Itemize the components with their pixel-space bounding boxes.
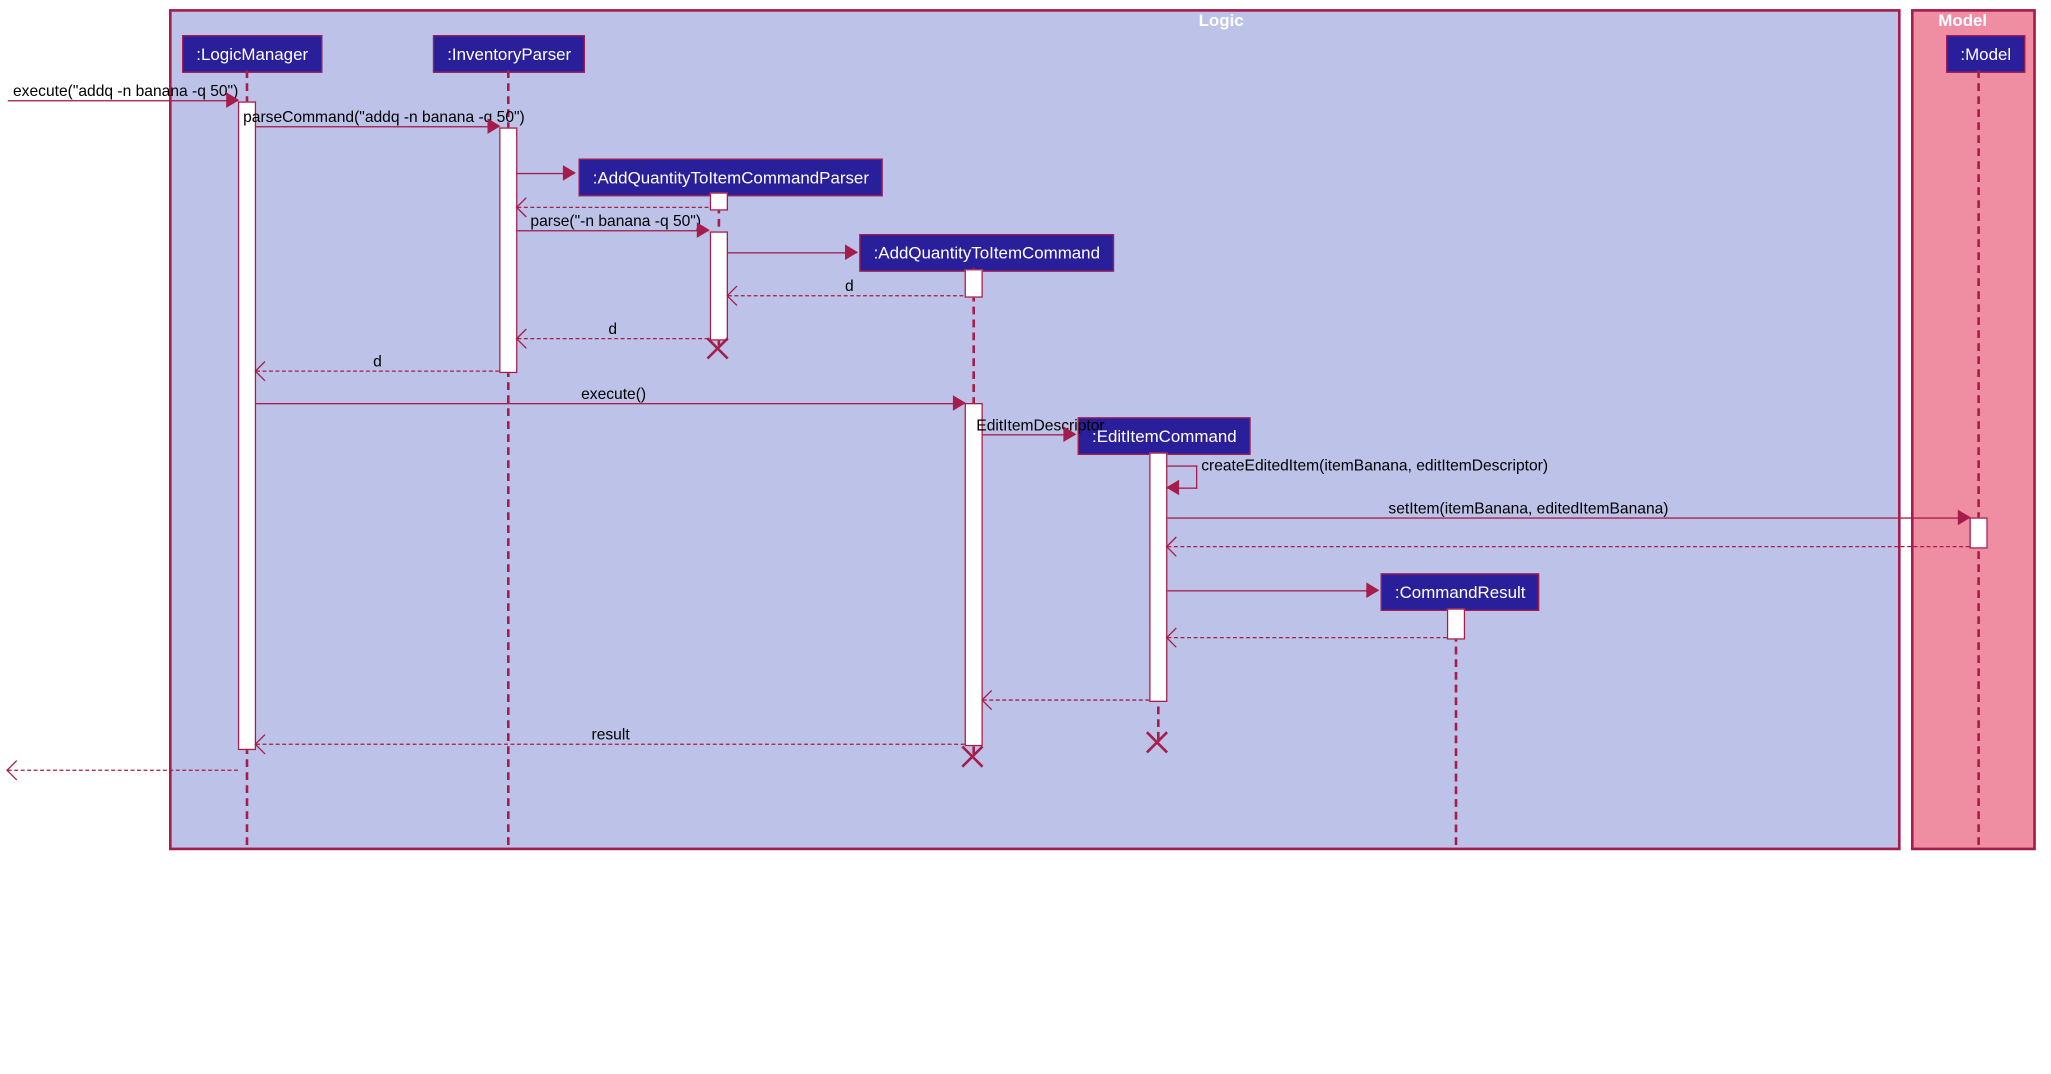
- msg-execute: execute(): [256, 387, 965, 405]
- msg-setitem: setItem(itemBanana, editedItemBanana): [1167, 502, 1969, 520]
- lifeline-result: [1455, 608, 1458, 845]
- destroy-edit-icon: [1145, 731, 1168, 754]
- msg-create-result: [1167, 575, 1378, 593]
- sequence-diagram: Logic Model :LogicManager :InventoryPars…: [0, 0, 2051, 1074]
- frame-label-model: Model: [1938, 10, 1987, 30]
- participant-logic-manager: :LogicManager: [182, 35, 322, 73]
- frame-model: Model: [1911, 9, 2036, 850]
- activation-parser-1: [710, 192, 728, 210]
- msg-createediteditem: [1167, 465, 1197, 488]
- msg-edit-return: [983, 684, 1149, 702]
- msg-create-cmd: [728, 237, 857, 255]
- activation-result: [1447, 608, 1465, 639]
- msg-parser-return-1: [517, 191, 708, 209]
- activation-edit: [1149, 452, 1167, 702]
- msg-editdescriptor: EditItemDescriptor: [983, 419, 1075, 437]
- msg-d-3: d: [256, 355, 499, 373]
- destroy-cmd-icon: [961, 745, 984, 768]
- msg-result-return: [1167, 621, 1447, 639]
- activation-logic-manager: [238, 101, 256, 750]
- msg-external-return: [8, 754, 238, 772]
- msg-result: result: [256, 728, 965, 746]
- lbl-createediteditem: createEditedItem(itemBanana, editItemDes…: [1201, 456, 1548, 474]
- activation-inventory-parser: [499, 127, 517, 373]
- activation-model: [1969, 517, 1987, 548]
- participant-inventory-parser: :InventoryParser: [433, 35, 586, 73]
- msg-parsecommand: parseCommand("addq -n banana -q 50"): [256, 110, 499, 128]
- activation-cmd-1: [965, 269, 983, 298]
- msg-execute-in: execute("addq -n banana -q 50"): [8, 85, 238, 103]
- activation-cmd-2: [965, 403, 983, 746]
- msg-model-return: [1167, 530, 1969, 548]
- participant-result: :CommandResult: [1381, 573, 1540, 611]
- activation-parser-2: [710, 231, 728, 340]
- frame-label-logic: Logic: [1199, 10, 1244, 30]
- msg-d-2: d: [517, 322, 708, 340]
- msg-parse: parse("-n banana -q 50"): [517, 214, 708, 232]
- msg-create-parser: [517, 157, 574, 175]
- lifeline-model: [1977, 70, 1980, 845]
- msg-d-1: d: [728, 280, 963, 298]
- participant-model: :Model: [1946, 35, 2025, 73]
- participant-cmd: :AddQuantityToItemCommand: [859, 234, 1114, 272]
- destroy-parser-icon: [706, 337, 729, 360]
